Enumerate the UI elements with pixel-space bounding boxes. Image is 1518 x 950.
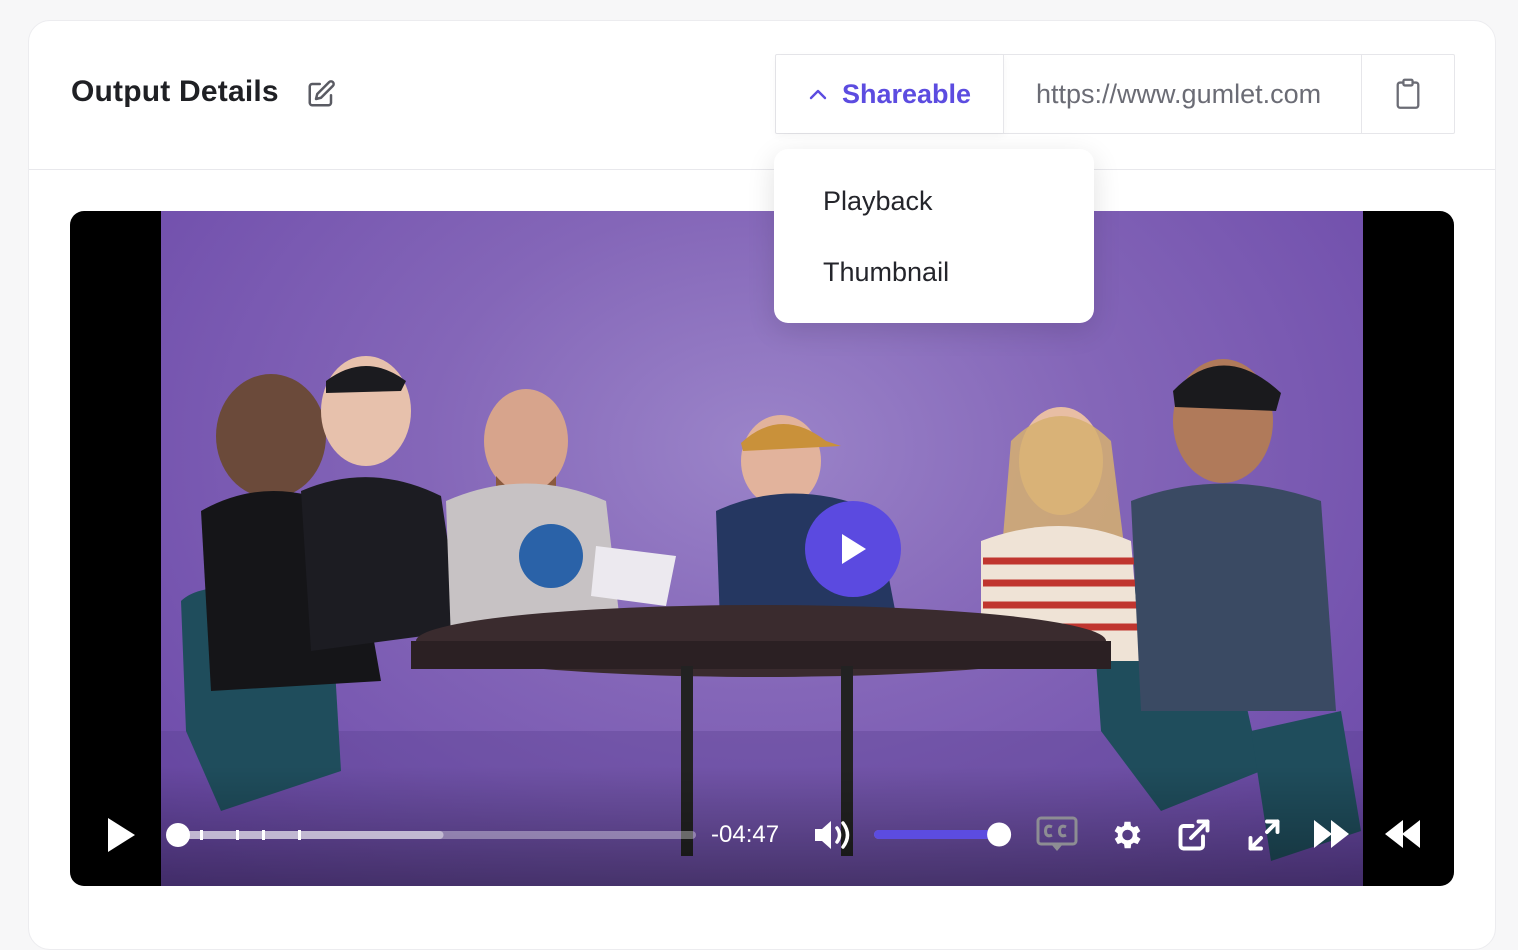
- volume-thumb[interactable]: [987, 822, 1012, 847]
- share-url-text: https://www.gumlet.com: [1036, 78, 1322, 109]
- seek-buffered: [170, 831, 444, 839]
- captions-icon[interactable]: [1036, 815, 1078, 855]
- seek-bar[interactable]: [164, 819, 700, 851]
- page-title: Output Details: [71, 75, 279, 108]
- share-url-field[interactable]: https://www.gumlet.com: [1004, 55, 1362, 133]
- big-play-button[interactable]: [805, 501, 901, 597]
- play-control-icon[interactable]: [104, 815, 138, 855]
- volume-icon[interactable]: [812, 817, 854, 853]
- chapter-marker: [200, 830, 203, 840]
- volume-slider[interactable]: [872, 819, 1014, 851]
- menu-item-playback[interactable]: Playback: [823, 186, 933, 217]
- chapter-marker: [298, 830, 301, 840]
- clipboard-icon: [1396, 78, 1420, 109]
- menu-item-thumbnail[interactable]: Thumbnail: [823, 257, 949, 288]
- chapter-marker: [262, 830, 265, 840]
- play-icon: [842, 534, 866, 564]
- edit-icon[interactable]: [306, 79, 336, 109]
- share-type-dropdown: Playback Thumbnail: [774, 149, 1094, 323]
- time-remaining: -04:47: [711, 821, 780, 848]
- shareable-label: Shareable: [841, 78, 972, 109]
- gear-icon[interactable]: [1108, 817, 1144, 853]
- card-header: Output Details Shareable https://www.gum…: [29, 21, 1495, 170]
- fast-forward-icon[interactable]: [1312, 817, 1352, 851]
- fullscreen-icon[interactable]: [1246, 817, 1282, 853]
- seek-thumb[interactable]: [166, 823, 190, 847]
- volume-fill: [874, 830, 1000, 839]
- video-player[interactable]: -04:47: [70, 211, 1454, 886]
- chevron-up-icon: [809, 89, 827, 100]
- external-link-icon[interactable]: [1176, 817, 1212, 853]
- shareable-toggle-button[interactable]: Shareable: [776, 55, 1004, 133]
- share-link-group: Shareable https://www.gumlet.com: [775, 54, 1455, 134]
- rewind-icon[interactable]: [1382, 817, 1422, 851]
- chapter-marker: [236, 830, 239, 840]
- copy-url-button[interactable]: [1362, 55, 1454, 133]
